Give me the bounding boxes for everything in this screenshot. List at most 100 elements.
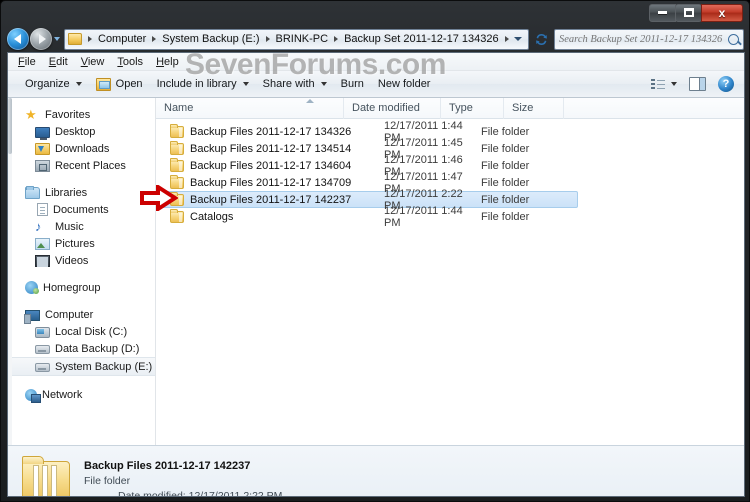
menu-item-file[interactable]: File (18, 56, 36, 68)
search-input[interactable] (559, 33, 728, 45)
change-view-button[interactable] (647, 78, 681, 90)
back-button[interactable] (7, 28, 29, 50)
menu-item-tools[interactable]: Tools (117, 56, 143, 68)
breadcrumb-item[interactable]: Backup Set 2011-12-17 134326 (342, 32, 501, 46)
nav-scrollbar-thumb[interactable] (8, 98, 12, 154)
breadcrumb-item[interactable]: Computer (96, 32, 148, 46)
libraries-icon (25, 185, 40, 199)
column-header-name[interactable]: Name (156, 97, 344, 119)
preview-pane-button[interactable] (689, 77, 706, 91)
folder-icon (170, 140, 184, 155)
refresh-button[interactable] (531, 29, 551, 50)
nav-groups: ★ Favorites Desktop Downloads Recent Places L… (8, 106, 155, 403)
details-date-value: 12/17/2011 2:22 PM (188, 489, 283, 497)
nav-item-downloads[interactable]: Downloads (8, 140, 155, 157)
chevron-down-icon (75, 82, 82, 86)
nav-item-desktop[interactable]: Desktop (8, 123, 155, 140)
forward-button[interactable] (30, 28, 52, 50)
nav-item-homegroup[interactable]: Homegroup (8, 279, 155, 296)
burn-button[interactable]: Burn (334, 74, 371, 95)
address-bar-row: Computer System Backup (E:) BRINK-PC Backup… (1, 26, 749, 52)
network-icon (25, 388, 41, 403)
folder-icon (170, 191, 184, 206)
address-bar[interactable]: Computer System Backup (E:) BRINK-PC Backup… (64, 28, 529, 50)
nav-item-label: Homegroup (43, 281, 101, 294)
cell-name: Backup Files 2011-12-17 134604 (190, 159, 352, 172)
nav-item-local-disk-c[interactable]: Local Disk (C:) (8, 323, 155, 340)
nav-item-computer[interactable]: Computer (8, 306, 155, 324)
search-box[interactable] (554, 28, 744, 50)
address-dropdown-button[interactable] (510, 37, 526, 41)
close-button[interactable]: x (701, 3, 743, 22)
sort-ascending-icon (306, 98, 314, 103)
nav-item-label: System Backup (E:) (55, 360, 153, 373)
document-icon (37, 203, 48, 216)
nav-item-label: Pictures (55, 237, 95, 250)
cell-name: Backup Files 2011-12-17 134709 (190, 176, 352, 189)
nav-item-system-backup-e[interactable]: System Backup (E:) (8, 357, 155, 376)
nav-item-label: Local Disk (C:) (55, 325, 128, 338)
open-label: Open (115, 78, 143, 90)
chevron-down-icon (320, 82, 327, 86)
column-header-type-label: Type (449, 102, 473, 114)
file-list-pane: Name Date modified Type Size Backup File… (156, 97, 744, 445)
organize-button[interactable]: Organize (18, 74, 89, 95)
share-with-button[interactable]: Share with (256, 74, 334, 95)
help-button[interactable]: ? (718, 76, 734, 92)
burn-label: Burn (340, 78, 364, 90)
details-type: File folder (84, 474, 131, 487)
nav-item-label: Computer (45, 308, 94, 321)
table-row[interactable]: Catalogs 12/17/2011 1:44 PM File folder (156, 205, 744, 229)
details-date-modified: Date modified: 12/17/2011 2:22 PM (84, 489, 283, 497)
new-folder-button[interactable]: New folder (371, 74, 438, 95)
nav-item-label: Downloads (55, 142, 110, 155)
include-in-library-label: Include in library (156, 78, 237, 90)
minimize-button[interactable] (649, 3, 676, 22)
cell-name: Backup Files 2011-12-17 134514 (190, 142, 352, 155)
maximize-icon (683, 8, 694, 17)
drive-icon (35, 363, 50, 372)
breadcrumb-item[interactable]: BRINK-PC (274, 32, 331, 46)
maximize-button[interactable] (675, 3, 702, 22)
nav-item-recent-places[interactable]: Recent Places (8, 157, 155, 174)
menu-item-view[interactable]: View (81, 56, 105, 68)
column-header-date-modified[interactable]: Date modified (344, 97, 441, 119)
folder-icon (170, 123, 184, 138)
nav-item-libraries[interactable]: Libraries (8, 184, 155, 201)
column-header-filler (564, 98, 744, 119)
table-row[interactable]: Backup Files 2011-12-17 142237 12/17/2011… (156, 188, 578, 212)
column-header-size[interactable]: Size (504, 97, 564, 119)
organize-label: Organize (25, 78, 70, 90)
cell-type: File folder (481, 159, 530, 172)
nav-scrollbar[interactable] (8, 98, 12, 445)
nav-group: ★ Favorites Desktop Downloads Recent Places (8, 106, 155, 174)
menu-bar: File Edit View Tools Help (8, 53, 744, 71)
cell-name: Backup Files 2011-12-17 142237 (190, 193, 352, 206)
drive-icon (35, 345, 50, 354)
breadcrumb-separator-icon (334, 36, 339, 42)
explorer-window: x Computer System Backup (E:) BRINK-PC Back… (0, 0, 750, 502)
nav-item-network[interactable]: Network (8, 386, 155, 403)
column-header-date-label: Date modified (352, 102, 420, 114)
column-header-type[interactable]: Type (441, 97, 504, 119)
breadcrumb-separator-icon (265, 36, 270, 42)
menu-item-help[interactable]: Help (156, 56, 179, 68)
menu-item-edit[interactable]: Edit (49, 56, 68, 68)
include-in-library-button[interactable]: Include in library (150, 74, 256, 95)
cell-type: File folder (481, 210, 530, 223)
recent-pages-button[interactable] (52, 28, 62, 50)
breadcrumb-separator-icon (152, 36, 157, 42)
open-button[interactable]: Open (89, 74, 150, 95)
nav-item-label: Libraries (45, 186, 88, 199)
nav-item-data-backup-d[interactable]: Data Backup (D:) (8, 340, 155, 357)
breadcrumb-item[interactable]: System Backup (E:) (160, 32, 261, 46)
breadcrumb: Computer System Backup (E:) BRINK-PC Backup… (84, 32, 510, 46)
nav-item-documents[interactable]: Documents (8, 201, 155, 218)
nav-item-label: Favorites (45, 108, 91, 121)
downloads-icon (35, 142, 50, 155)
column-header-size-label: Size (512, 102, 534, 114)
nav-item-favorites[interactable]: ★ Favorites (8, 106, 155, 123)
nav-item-music[interactable]: ♪ Music (8, 218, 155, 235)
nav-item-videos[interactable]: Videos (8, 252, 155, 269)
nav-item-pictures[interactable]: Pictures (8, 235, 155, 252)
